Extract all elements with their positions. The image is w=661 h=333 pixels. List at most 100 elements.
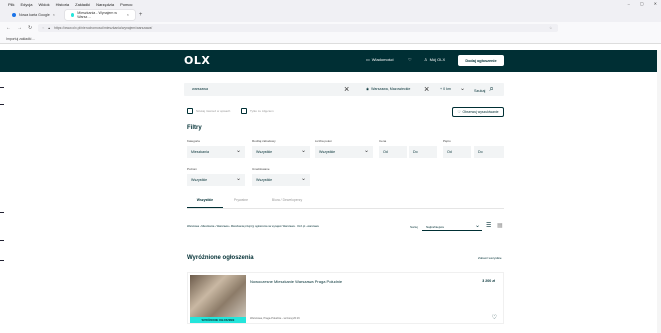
search-descriptions-checkbox[interactable]: Szukaj również w opisach: [187, 108, 230, 114]
sort-select[interactable]: Najtrafniejsze ⌄: [422, 222, 482, 231]
photo-only-checkbox[interactable]: Tylko ze zdjęciem: [241, 108, 274, 114]
select-value: Wszystkie: [256, 178, 273, 182]
menu-view[interactable]: Widok: [38, 2, 49, 7]
watch-search-button[interactable]: ♡ Obserwuj wyszukiwanie: [452, 107, 504, 117]
select-value: Wszystkie: [319, 150, 336, 154]
input-placeholder: Do: [413, 150, 418, 154]
filters-title: Filtry: [187, 125, 202, 131]
list-view-icon[interactable]: ☰: [486, 222, 491, 229]
location-input[interactable]: ◉ Warszawa, Mazowieckie: [366, 87, 410, 91]
listing-location: Warszawa, Praga-Południe - wczoraj 20:16: [250, 317, 300, 320]
category-select[interactable]: Mieszkania ⌄: [187, 146, 245, 158]
tab-label: Nowa karta Google: [19, 13, 50, 17]
chevron-down-icon: ⌄: [300, 148, 306, 154]
close-tab-icon[interactable]: ×: [53, 13, 55, 17]
search-icon: ⌕: [489, 84, 494, 93]
filter-label: Cena: [379, 139, 387, 143]
forward-icon[interactable]: →: [17, 25, 22, 31]
tabs-divider: [187, 208, 504, 209]
browser-menubar: Plik Edycja Widok Historia Zakładki Narz…: [0, 0, 661, 8]
tab-label: Mieszkania - Wynajem w Warsz…: [77, 11, 118, 19]
search-button-label: Szukaj: [474, 88, 486, 93]
checkbox-label: Szukaj również w opisach: [196, 109, 231, 113]
filter-label: Liczba pokoi: [315, 139, 332, 143]
heart-icon: ♡: [457, 110, 461, 114]
browser-navbar: ← → ↻ ◌ 🔒︎ https://www.olx.pl/nieruchomo…: [0, 22, 661, 34]
chevron-down-icon: ⌄: [300, 176, 306, 182]
browser-tab-google[interactable]: Nowa karta Google ×: [6, 10, 61, 20]
listing-photo[interactable]: [190, 275, 246, 323]
tab-all[interactable]: Wszystkie: [187, 198, 223, 208]
tab-business[interactable]: Biura / Deweloperzy: [259, 198, 315, 208]
messages-label: Wiadomości: [371, 57, 394, 62]
left-edge-mark: [0, 87, 4, 88]
radius-select[interactable]: + 0 km: [440, 87, 451, 91]
add-listing-button[interactable]: Dodaj ogłoszenie: [458, 55, 504, 66]
input-placeholder: Do: [478, 150, 483, 154]
bookmark-star-icon[interactable]: ☆: [549, 26, 552, 30]
page-scrollbar[interactable]: [657, 50, 661, 333]
checkbox-box[interactable]: [241, 108, 247, 114]
price-to-input[interactable]: Do: [409, 146, 437, 158]
see-all-link[interactable]: Zobacz wszystkie: [478, 256, 502, 260]
maximize-button[interactable]: ▢: [640, 1, 644, 6]
heart-icon[interactable]: ♡: [492, 314, 497, 321]
messages-link[interactable]: ▭ Wiadomości: [366, 57, 394, 62]
clear-search-icon[interactable]: ×: [344, 84, 349, 94]
address-bar[interactable]: ◌ 🔒︎ https://www.olx.pl/nieruchomosci/mi…: [38, 24, 559, 32]
chevron-down-icon: ⌄: [474, 223, 480, 229]
search-button[interactable]: Szukaj ⌕: [474, 84, 494, 94]
listing-price: 3 200 zł: [482, 279, 495, 283]
listing-card[interactable]: WYRÓŻNIONE OGŁOSZENIE Nowoczesne Mieszka…: [187, 272, 504, 324]
clear-location-icon[interactable]: ×: [424, 84, 429, 94]
input-placeholder: Od: [383, 150, 388, 154]
import-bookmarks-link[interactable]: Importuj zakładki…: [6, 37, 35, 41]
filter-label: Umeblowane: [252, 167, 270, 171]
search-input[interactable]: warszawa: [192, 87, 208, 91]
account-label: Mój OLX: [429, 57, 446, 62]
close-window-button[interactable]: ✕: [654, 1, 657, 6]
reload-icon[interactable]: ↻: [28, 25, 32, 31]
input-placeholder: Od: [447, 150, 452, 154]
account-link[interactable]: ♙ Mój OLX: [424, 57, 445, 62]
browser-tab-olx[interactable]: Mieszkania - Wynajem w Warsz… ×: [64, 10, 135, 20]
filter-label: Rodzaj zabudowy: [252, 139, 276, 143]
filter-label: Kategoria: [187, 139, 200, 143]
close-tab-icon[interactable]: ×: [127, 13, 129, 17]
minimize-button[interactable]: –: [628, 1, 630, 6]
left-edge-mark: [0, 260, 4, 261]
furnished-select[interactable]: Wszystkie ⌄: [252, 174, 310, 186]
bookmarks-bar: Importuj zakładki…: [0, 34, 661, 44]
favorites-link[interactable]: ♡: [408, 57, 412, 62]
level-select[interactable]: Wszystkie ⌄: [187, 174, 245, 186]
menu-tools[interactable]: Narzędzia: [96, 2, 114, 7]
rooms-select[interactable]: Wszystkie ⌄: [315, 146, 373, 158]
menu-edit[interactable]: Edycja: [20, 2, 32, 7]
building-type-select[interactable]: Wszystkie ⌄: [252, 146, 310, 158]
sort-value: Najtrafniejsze: [426, 225, 445, 229]
chevron-down-icon: ⌄: [363, 148, 369, 154]
result-tabs: Wszystkie Prywatne Biura / Deweloperzy: [187, 198, 315, 208]
left-edge-mark: [0, 212, 4, 213]
tab-private[interactable]: Prywatne: [223, 198, 259, 208]
olx-logo[interactable]: OLX: [184, 54, 210, 67]
listing-title[interactable]: Nowoczesne Mieszkanie Warszawa Praga Poł…: [250, 279, 342, 284]
menu-history[interactable]: Historia: [56, 2, 70, 7]
checkbox-box[interactable]: [187, 108, 193, 114]
floor-from-input[interactable]: Od: [443, 146, 471, 158]
window-controls: – ▢ ✕: [628, 1, 657, 6]
back-icon[interactable]: ←: [6, 25, 11, 31]
new-tab-icon[interactable]: +: [139, 12, 143, 18]
floor-to-input[interactable]: Do: [474, 146, 504, 158]
price-from-input[interactable]: Od: [379, 146, 407, 158]
menu-file[interactable]: Plik: [8, 2, 14, 7]
featured-badge: WYRÓŻNIONE OGŁOSZENIE: [190, 317, 246, 323]
checkbox-label: Tylko ze zdjęciem: [250, 109, 274, 113]
grid-view-icon[interactable]: ▦: [497, 222, 503, 229]
menu-bookmarks[interactable]: Zakładki: [75, 2, 90, 7]
filter-label: Poziom: [187, 167, 198, 171]
chevron-down-icon[interactable]: ⌄: [460, 85, 465, 92]
menu-help[interactable]: Pomoc: [120, 2, 132, 7]
breadcrumb[interactable]: Warszawa › Mieszkania › Warszawa › Miesz…: [187, 225, 319, 228]
left-edge-mark: [0, 104, 4, 105]
